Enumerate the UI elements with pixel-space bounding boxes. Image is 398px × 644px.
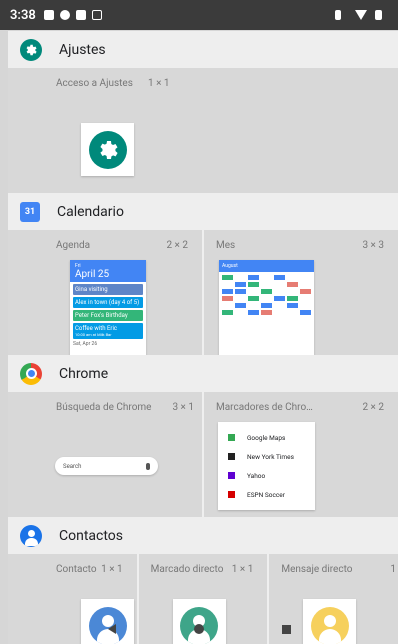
agenda-footer: Sat, Apr 26 bbox=[73, 341, 98, 347]
month-header: August bbox=[219, 260, 314, 272]
settings-notification-icon bbox=[59, 10, 70, 20]
chrome-icon bbox=[20, 362, 42, 385]
month-name: August bbox=[222, 263, 238, 269]
app-section-ajustes: Ajustes Acceso a Ajustes 1 × 1 bbox=[8, 31, 398, 193]
vibrate-icon bbox=[335, 10, 341, 20]
widget-size: 3 × 1 bbox=[172, 402, 194, 413]
widget-label: Agenda bbox=[56, 240, 91, 251]
direct-dial-preview bbox=[172, 599, 226, 644]
widget-mensaje-directo[interactable]: Mensaje directo 1 bbox=[269, 554, 398, 644]
agenda-event: Coffee with Eric 10:00 am at Milk Bar bbox=[73, 323, 143, 339]
widget-row-chrome: Búsqueda de Chrome 3 × 1 Search Marcador… bbox=[8, 392, 398, 517]
widget-marcado-directo[interactable]: Marcado directo 1 × 1 bbox=[139, 554, 270, 644]
search-placeholder: Search bbox=[63, 462, 82, 470]
phone-avatar-icon bbox=[180, 606, 219, 644]
bookmark-item: New York Times bbox=[228, 447, 305, 466]
calendar-icon: 31 bbox=[20, 201, 40, 222]
month-preview: August bbox=[219, 260, 314, 355]
widget-size: 1 × 1 bbox=[101, 564, 123, 575]
contacts-icon bbox=[20, 524, 42, 547]
google-maps-icon bbox=[228, 434, 235, 441]
bookmark-item: Google Maps bbox=[228, 428, 305, 447]
agenda-event: Peter Fox's Birthday bbox=[73, 310, 143, 321]
app-name-contactos: Contactos bbox=[59, 527, 124, 544]
chrome-search-preview: Search bbox=[55, 457, 158, 475]
espn-icon bbox=[228, 491, 235, 498]
widget-label: Marcado directo bbox=[150, 564, 224, 575]
widget-label: Mes bbox=[216, 240, 236, 251]
settings-icon bbox=[20, 38, 42, 61]
widget-label: Contacto bbox=[56, 564, 97, 575]
widget-label: Mensaje directo bbox=[281, 564, 353, 575]
agenda-header: Fri April 25 bbox=[70, 260, 146, 282]
app-name-ajustes: Ajustes bbox=[59, 41, 106, 58]
battery-icon bbox=[375, 10, 382, 20]
agenda-event-title: Coffee with Eric bbox=[75, 325, 118, 332]
yahoo-icon bbox=[228, 472, 235, 479]
widget-label: Acceso a Ajustes bbox=[56, 78, 133, 89]
widget-size: 2 × 2 bbox=[166, 240, 188, 251]
contact-avatar-icon bbox=[88, 606, 127, 644]
status-bar: 3:38 bbox=[0, 0, 398, 30]
widget-label: Búsqueda de Chrome bbox=[56, 402, 152, 413]
message-avatar-icon bbox=[310, 606, 349, 644]
settings-shortcut-preview bbox=[81, 123, 134, 176]
wifi-icon bbox=[355, 10, 367, 20]
agenda-event: Alex in town (day 4 of 5) bbox=[73, 297, 143, 308]
gmail-notification-icon bbox=[75, 10, 86, 20]
app-section-contactos: Contactos Contacto 1 × 1 Marcado directo… bbox=[8, 517, 398, 644]
widget-acceso-ajustes[interactable]: Acceso a Ajustes 1 × 1 bbox=[8, 68, 398, 193]
widget-row-ajustes: Acceso a Ajustes 1 × 1 bbox=[8, 68, 398, 193]
agenda-event: Gina visiting bbox=[73, 284, 143, 295]
app-name-chrome: Chrome bbox=[59, 365, 109, 382]
app-header-ajustes: Ajustes bbox=[8, 31, 398, 68]
widget-size: 2 × 2 bbox=[362, 402, 384, 413]
settings-icon bbox=[88, 130, 127, 169]
widget-row-calendario: Agenda 2 × 2 Fri April 25 Gina visiting … bbox=[8, 230, 398, 355]
agenda-date: April 25 bbox=[75, 269, 110, 280]
calendar-icon-number: 31 bbox=[24, 206, 36, 217]
widget-row-contactos: Contacto 1 × 1 Marcado directo 1 × 1 Men… bbox=[8, 554, 398, 644]
widget-mes[interactable]: Mes 3 × 3 August bbox=[204, 230, 398, 355]
widget-agenda[interactable]: Agenda 2 × 2 Fri April 25 Gina visiting … bbox=[8, 230, 204, 355]
widget-size: 3 × 3 bbox=[362, 240, 384, 251]
widget-size: 1 × 1 bbox=[231, 564, 254, 575]
contact-shortcut-preview bbox=[81, 599, 134, 644]
app-name-calendario: Calendario bbox=[57, 203, 124, 220]
microphone-icon bbox=[146, 462, 150, 470]
direct-message-preview bbox=[303, 599, 357, 644]
widget-size: 1 × 1 bbox=[148, 78, 170, 89]
app-header-calendario: 31 Calendario bbox=[8, 193, 398, 230]
widget-label: Marcadores de Chro… bbox=[216, 402, 313, 413]
agenda-preview: Fri April 25 Gina visiting Alex in town … bbox=[70, 260, 146, 355]
agenda-event-time: 10:00 am at Milk Bar bbox=[75, 332, 112, 337]
notification-icon bbox=[43, 10, 54, 20]
app-section-calendario: 31 Calendario Agenda 2 × 2 Fri April 25 … bbox=[8, 193, 398, 355]
widget-busqueda-chrome[interactable]: Búsqueda de Chrome 3 × 1 Search bbox=[8, 392, 204, 517]
status-time: 3:38 bbox=[10, 7, 36, 23]
bookmark-item: Yahoo bbox=[228, 466, 305, 485]
app-header-chrome: Chrome bbox=[8, 355, 398, 392]
bookmarks-preview: Google Maps New York Times Yahoo ESPN So… bbox=[218, 422, 315, 510]
bookmark-item: ESPN Soccer bbox=[228, 485, 305, 504]
nytimes-icon bbox=[228, 453, 235, 460]
widget-marcadores-chrome[interactable]: Marcadores de Chro… 2 × 2 Google Maps Ne… bbox=[204, 392, 398, 517]
calendar-notification-icon bbox=[91, 10, 102, 20]
widget-contacto[interactable]: Contacto 1 × 1 bbox=[8, 554, 139, 644]
widget-size: 1 bbox=[390, 564, 397, 575]
app-header-contactos: Contactos bbox=[8, 517, 398, 554]
app-section-chrome: Chrome Búsqueda de Chrome 3 × 1 Search M… bbox=[8, 355, 398, 517]
month-grid bbox=[219, 272, 314, 318]
